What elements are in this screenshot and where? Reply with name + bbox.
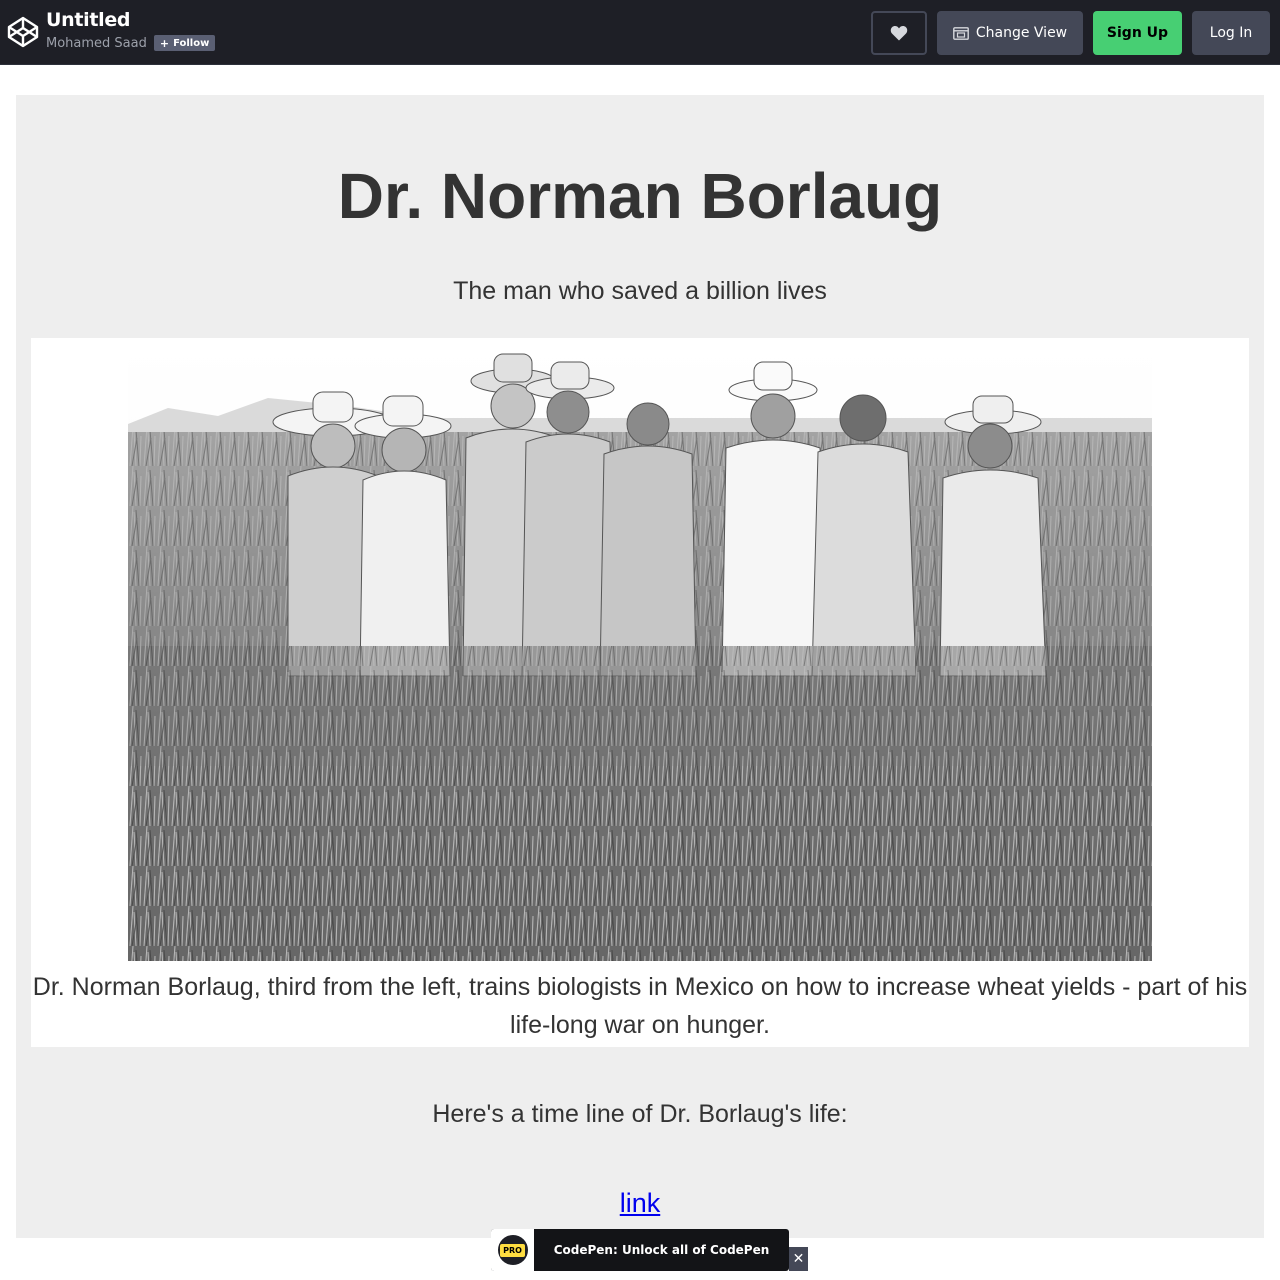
plus-icon: + [159, 36, 170, 50]
link-wrapper: link [16, 1188, 1264, 1219]
page-title: Dr. Norman Borlaug [337, 160, 943, 232]
pen-title[interactable]: Untitled [46, 9, 131, 31]
heart-icon [890, 25, 908, 41]
page-subtitle: The man who saved a billion lives [453, 277, 827, 305]
image-caption: Dr. Norman Borlaug, third from the left,… [32, 973, 1248, 1039]
pro-badge-container: PRO [491, 1229, 534, 1271]
pro-badge-label: PRO [500, 1243, 525, 1257]
author-name[interactable]: Mohamed Saad [46, 36, 147, 51]
like-button[interactable] [871, 11, 927, 55]
tribute-page: Dr. Norman Borlaug The man who saved a b… [16, 95, 1264, 1238]
follow-label: Follow [173, 37, 210, 49]
timeline-link[interactable]: link [620, 1188, 661, 1218]
sign-up-button[interactable]: Sign Up [1093, 11, 1182, 55]
pro-promo-banner[interactable]: PRO CodePen: Unlock all of CodePen [491, 1229, 789, 1271]
pro-badge-icon: PRO [497, 1235, 528, 1265]
close-icon[interactable]: ✕ [789, 1247, 808, 1271]
codepen-header: Untitled Mohamed Saad + Follow Change Vi… [0, 0, 1280, 65]
wheat-field-photo [128, 346, 1152, 961]
follow-button[interactable]: + Follow [153, 35, 216, 51]
promo-text[interactable]: CodePen: Unlock all of CodePen [534, 1243, 789, 1257]
change-view-button[interactable]: Change View [937, 11, 1083, 55]
author-row: Mohamed Saad + Follow [46, 35, 216, 51]
window-icon [952, 26, 969, 40]
image-container: Dr. Norman Borlaug, third from the left,… [31, 338, 1249, 1047]
codepen-logo-icon[interactable] [6, 15, 40, 49]
change-view-label: Change View [975, 25, 1068, 41]
timeline-intro: Here's a time line of Dr. Borlaug's life… [432, 1100, 848, 1128]
log-in-button[interactable]: Log In [1192, 11, 1270, 55]
